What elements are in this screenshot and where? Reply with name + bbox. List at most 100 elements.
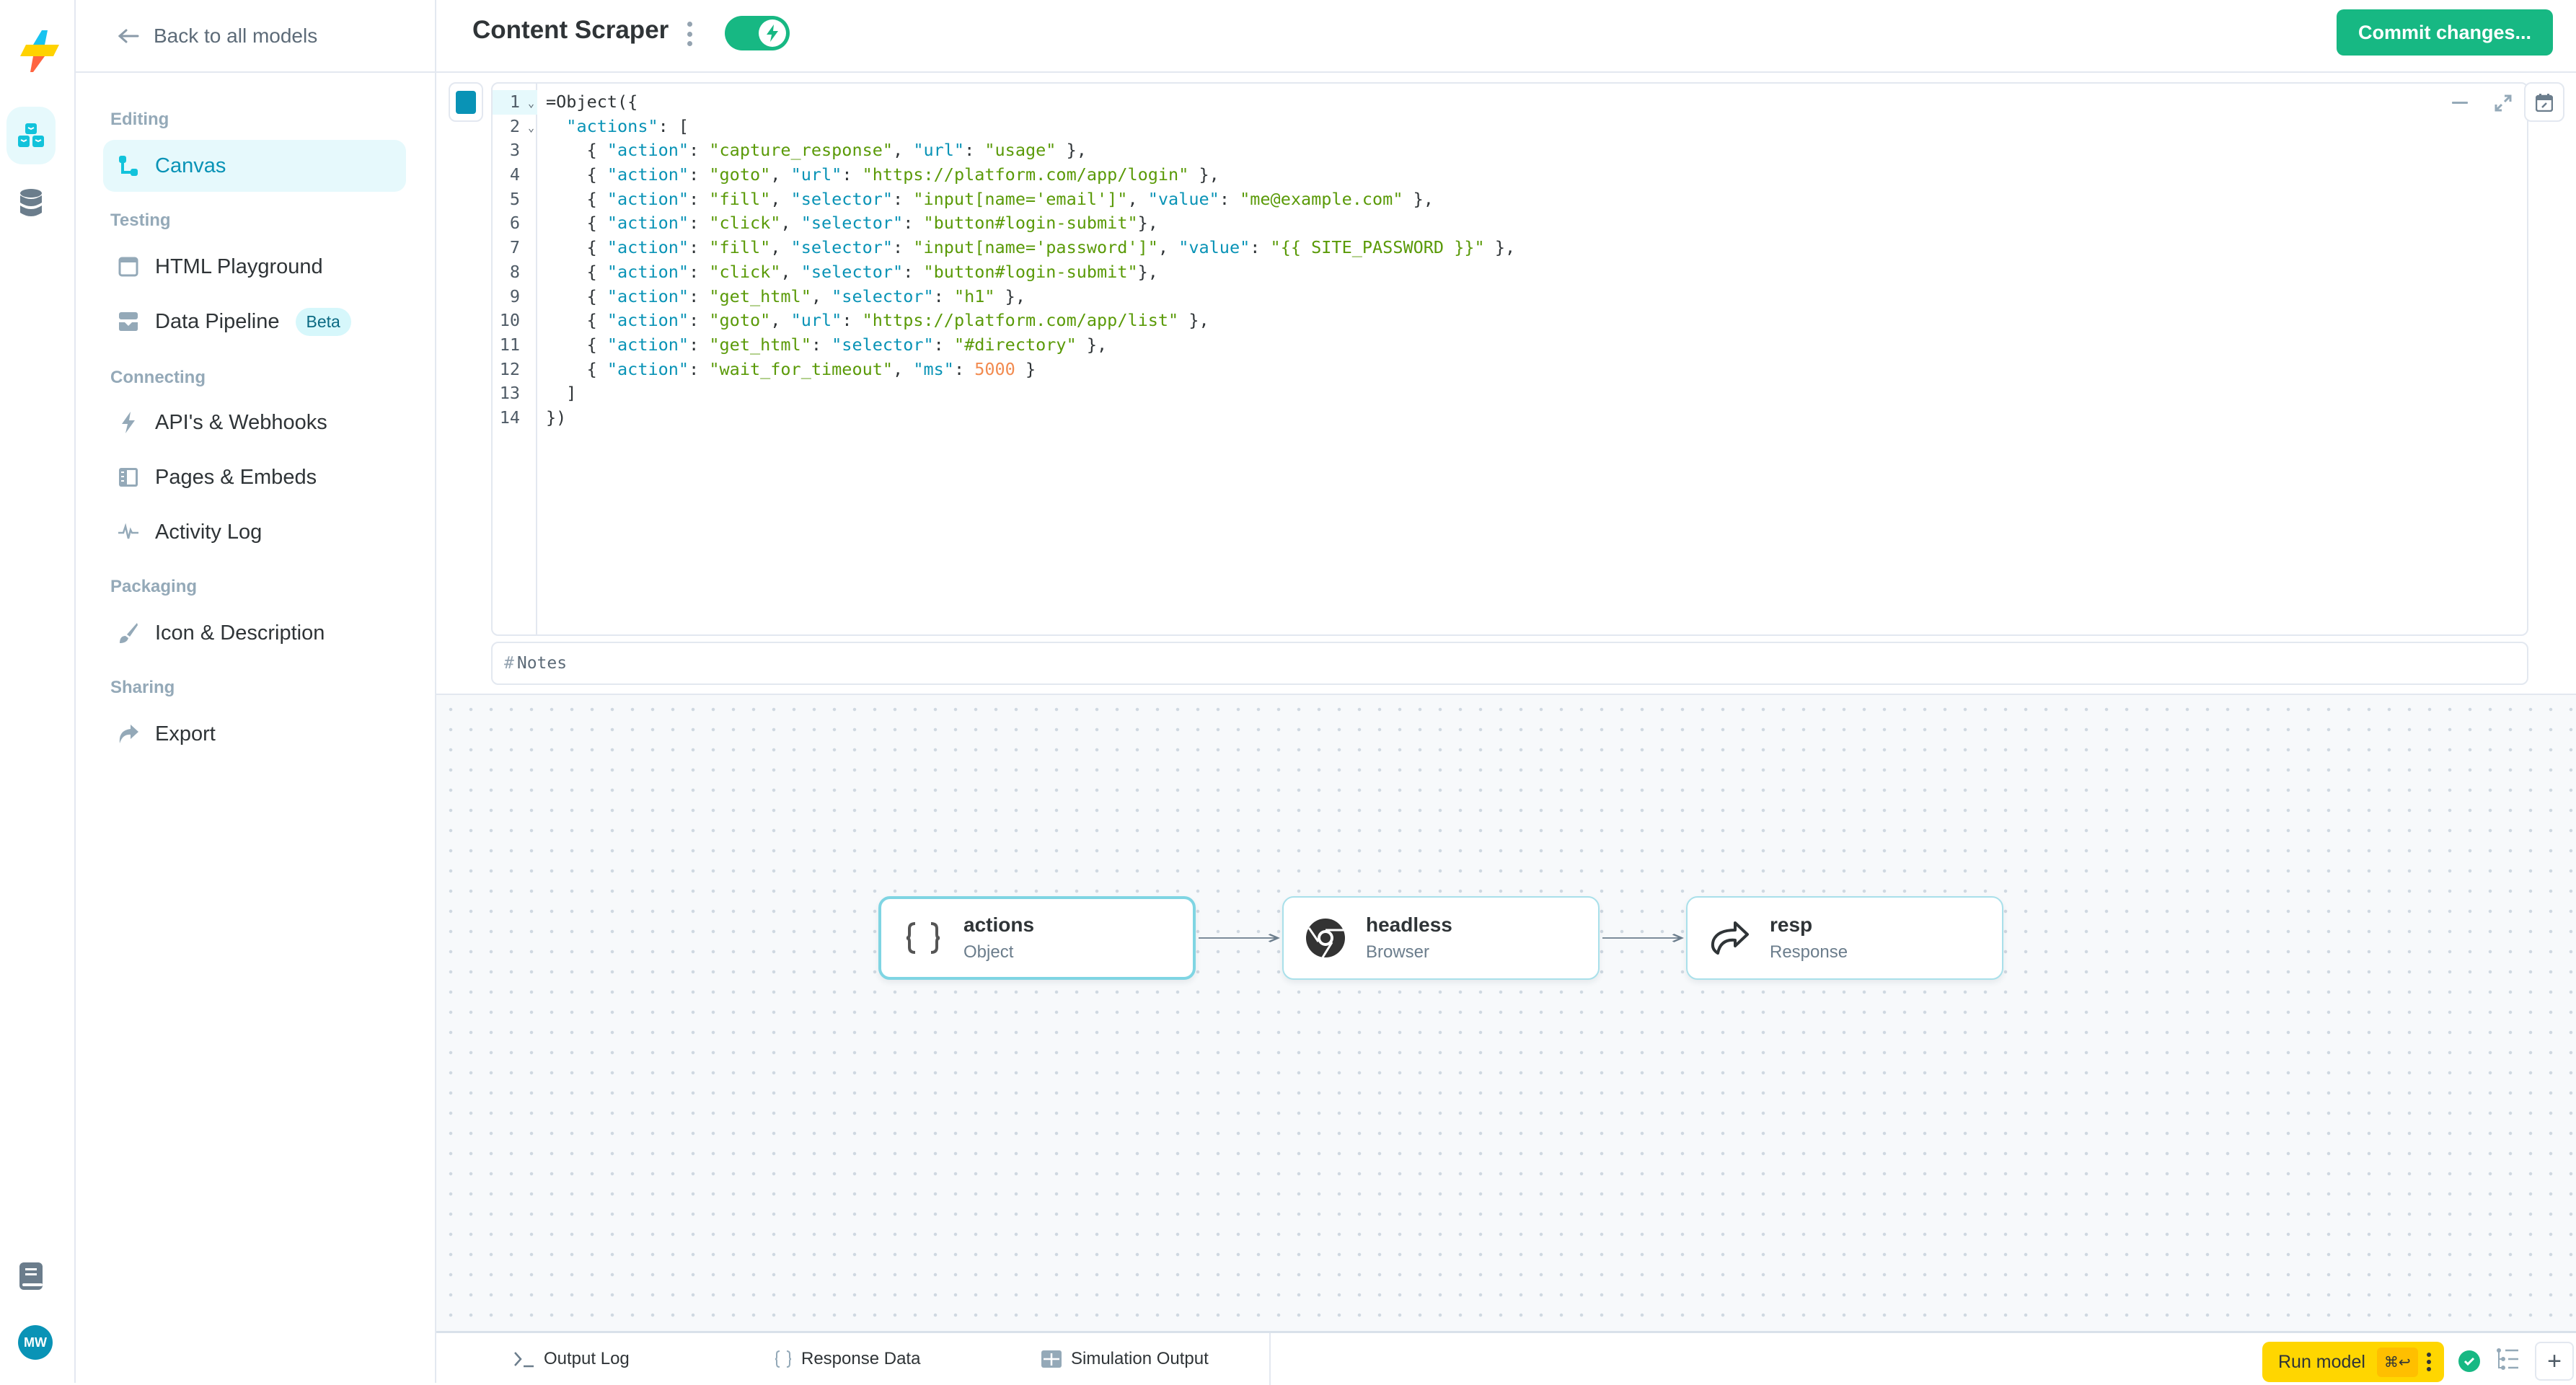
node-actions[interactable]: actions Object [878, 896, 1196, 980]
sidebar-item-export[interactable]: Export [103, 708, 406, 760]
code-token: "button#login-submit" [923, 213, 1138, 234]
node-name: actions [963, 913, 1035, 936]
tab-output-log[interactable]: Output Log [513, 1333, 630, 1385]
code-token: : [689, 358, 710, 379]
node-headless[interactable]: headless Browser [1282, 896, 1600, 980]
code-line[interactable]: 6 { "action": "click", "selector": "butt… [493, 211, 2527, 236]
fold-chevron-icon[interactable]: ⌄ [528, 92, 534, 116]
node-resp[interactable]: resp Response [1686, 896, 2003, 980]
sidebar-item-canvas[interactable]: Canvas [103, 140, 406, 192]
code-text: ] [537, 381, 576, 406]
docs-button[interactable] [6, 1247, 56, 1305]
code-line[interactable]: 14}) [493, 406, 2527, 430]
model-enabled-toggle[interactable] [725, 16, 790, 50]
code-token: }, [1178, 310, 1209, 331]
section-label-connecting: Connecting [110, 368, 206, 387]
code-token: "goto" [709, 310, 771, 331]
code-token: { [546, 188, 607, 209]
code-token: "{{ SITE_PASSWORD }}" [1270, 237, 1485, 258]
code-line[interactable]: 1 ⌄ =Object({ [493, 90, 2527, 115]
code-line[interactable]: 4 { "action": "goto", "url": "https://pl… [493, 163, 2527, 187]
sidebar-item-apis-webhooks[interactable]: API's & Webhooks [103, 397, 406, 448]
notes-field[interactable]: # Notes [491, 642, 2528, 685]
run-options-button[interactable] [2426, 1353, 2431, 1371]
code-token: "capture_response" [709, 140, 894, 161]
code-token: : [689, 140, 710, 161]
code-token: "#directory" [953, 334, 1077, 355]
user-avatar[interactable]: MW [18, 1325, 53, 1360]
tab-simulation-output[interactable]: Simulation Output [1041, 1333, 1209, 1385]
code-token: 5000 [974, 358, 1015, 379]
sidebar-layout-icon [118, 466, 139, 488]
code-text: "actions": [ [537, 115, 689, 139]
code-token: : [893, 237, 914, 258]
code-token: , [780, 261, 801, 282]
code-line[interactable]: 7 { "action": "fill", "selector": "input… [493, 236, 2527, 260]
code-token: : [903, 213, 924, 234]
fold-chevron-icon[interactable]: ⌄ [528, 116, 534, 141]
code-token: "action" [606, 358, 689, 379]
code-text: }) [537, 406, 566, 430]
code-line[interactable]: 11 { "action": "get_html": "selector": "… [493, 333, 2527, 358]
line-number: 1 ⌄ [493, 90, 537, 115]
braces-icon [901, 916, 945, 960]
model-title[interactable]: Content Scraper [472, 16, 669, 45]
tab-response-data[interactable]: Response Data [774, 1333, 920, 1385]
code-token: "url" [913, 140, 965, 161]
model-menu-button[interactable] [685, 22, 694, 46]
bolt-icon [767, 25, 778, 42]
line-number: 10 [499, 310, 520, 331]
add-panel-button[interactable]: + [2535, 1342, 2574, 1381]
rail-models-button[interactable] [6, 107, 56, 164]
code-token: : [689, 261, 710, 282]
chrome-icon [1304, 916, 1347, 960]
bottom-bar: Output Log Response Data Simulation Outp… [436, 1331, 2576, 1385]
reply-arrow-icon [1708, 916, 1751, 960]
minimize-icon[interactable] [2452, 101, 2468, 105]
logo-icon[interactable] [16, 29, 59, 74]
line-number: 13 [499, 383, 520, 404]
tree-list-icon [2497, 1348, 2518, 1370]
edge-actions-headless [1199, 934, 1280, 942]
bolt-icon [118, 412, 139, 433]
code-token: "h1" [953, 286, 995, 306]
sidebar-item-html-playground[interactable]: HTML Playground [103, 241, 406, 293]
back-to-models-link[interactable]: Back to all models [76, 0, 436, 73]
code-line[interactable]: 2 ⌄ "actions": [ [493, 115, 2527, 139]
code-token: , [770, 188, 791, 209]
code-line[interactable]: 9 { "action": "get_html", "selector": "h… [493, 285, 2527, 309]
color-picker[interactable] [449, 82, 483, 122]
code-line[interactable]: 12 { "action": "wait_for_timeout", "ms":… [493, 358, 2527, 382]
code-token: { [546, 140, 607, 161]
schedule-button[interactable] [2524, 82, 2564, 122]
code-token: , [893, 140, 914, 161]
code-text: { "action": "click", "selector": "button… [537, 260, 1158, 285]
flow-canvas[interactable]: actions Object headless Browser resp Res… [436, 694, 2576, 1331]
rail-databases-button[interactable] [6, 174, 56, 232]
terminal-icon [514, 1352, 534, 1368]
code-line[interactable]: 8 { "action": "click", "selector": "butt… [493, 260, 2527, 285]
run-model-button[interactable]: Run model ⌘↩ [2262, 1342, 2444, 1382]
sidebar-item-activity-log[interactable]: Activity Log [103, 506, 406, 558]
dot [687, 31, 692, 37]
sidebar-item-icon-description[interactable]: Icon & Description [103, 607, 406, 659]
node-type: Browser [1366, 942, 1430, 962]
code-token: "https://platform.com/app/login" [862, 164, 1189, 185]
code-line[interactable]: 5 { "action": "fill", "selector": "input… [493, 187, 2527, 212]
node-type: Object [963, 942, 1014, 962]
sidebar-item-pages-embeds[interactable]: Pages & Embeds [103, 451, 406, 503]
code-line[interactable]: 13 ] [493, 381, 2527, 406]
dot [2426, 1353, 2431, 1357]
tab-label: Response Data [801, 1349, 921, 1368]
tree-view-button[interactable] [2495, 1348, 2520, 1374]
code-text: =Object({ [537, 90, 638, 115]
sidebar-item-data-pipeline[interactable]: Data Pipeline Beta [103, 296, 406, 348]
code-line[interactable]: 3 { "action": "capture_response", "url":… [493, 138, 2527, 163]
sidebar-item-label: Pages & Embeds [155, 465, 317, 489]
expand-icon[interactable] [2494, 94, 2513, 112]
code-editor[interactable]: 1 ⌄ =Object({2 ⌄ "actions": [3 { "action": … [491, 82, 2528, 636]
line-number: 2 ⌄ [493, 115, 537, 139]
code-line[interactable]: 10 { "action": "goto", "url": "https://p… [493, 309, 2527, 333]
code-token: }, [1188, 164, 1219, 185]
commit-changes-button[interactable]: Commit changes... [2337, 9, 2553, 56]
